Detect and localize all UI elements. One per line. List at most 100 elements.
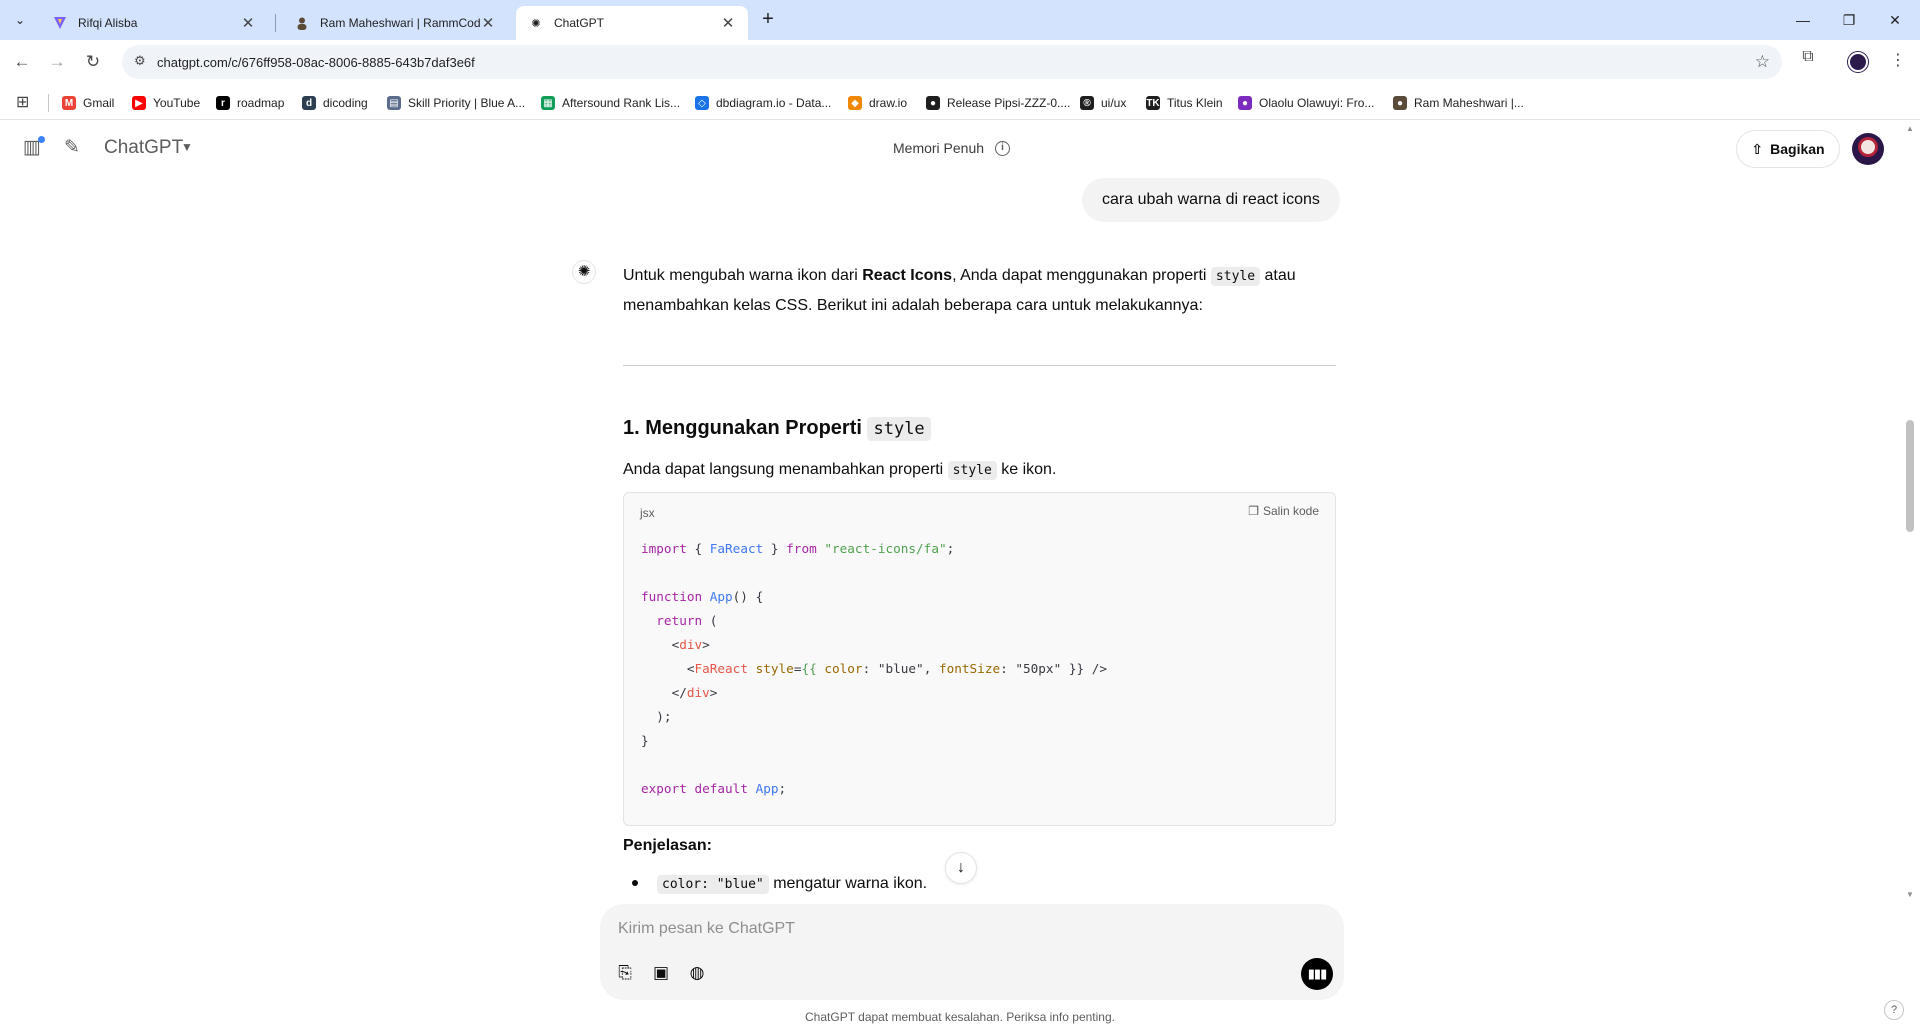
reload-icon[interactable]: ↻ bbox=[79, 48, 107, 76]
location-pin-icon: ● bbox=[1238, 96, 1252, 110]
bookmark-item[interactable]: ◆ draw.io bbox=[848, 93, 907, 113]
bookmark-label: Titus Klein bbox=[1167, 96, 1223, 110]
bookmark-item[interactable]: r roadmap bbox=[216, 93, 284, 113]
page-scrollbar[interactable] bbox=[1906, 420, 1914, 532]
tk-icon: TK bbox=[1146, 96, 1160, 110]
window-close-icon[interactable]: ✕ bbox=[1872, 0, 1918, 40]
bookmark-item[interactable]: ● Olaolu Olawuyi: Fro... bbox=[1238, 93, 1374, 113]
user-avatar[interactable] bbox=[1852, 133, 1884, 165]
section-description: Anda dapat langsung menambahkan properti… bbox=[623, 455, 1340, 485]
notification-dot bbox=[38, 136, 45, 143]
bookmark-label: Release Pipsi-ZZZ-0.... bbox=[947, 96, 1071, 110]
bookmark-item[interactable]: M Gmail bbox=[62, 93, 114, 113]
bookmark-item[interactable]: ● Ram Maheshwari |... bbox=[1393, 93, 1524, 113]
inline-code: style bbox=[1210, 267, 1261, 286]
drawio-icon: ◆ bbox=[848, 96, 862, 110]
site-info-icon[interactable]: ⚙ bbox=[134, 53, 146, 69]
bookmark-label: dbdiagram.io - Data... bbox=[716, 96, 832, 110]
tab-close-icon[interactable]: ✕ bbox=[480, 14, 496, 32]
copy-code-label: Salin kode bbox=[1262, 504, 1319, 518]
bookmark-label: ui/ux bbox=[1101, 96, 1127, 110]
section-heading: 1. Menggunakan Properti style bbox=[623, 417, 931, 441]
tools-icon[interactable]: ▣ bbox=[648, 961, 674, 987]
new-tab-plus-icon[interactable]: + bbox=[756, 8, 780, 32]
bookmark-item[interactable]: ● Release Pipsi-ZZZ-0.... bbox=[926, 93, 1070, 113]
copy-code-button[interactable]: ❐ Salin kode bbox=[1248, 504, 1319, 518]
paperclip-icon[interactable]: ⎘ bbox=[612, 961, 638, 987]
scroll-to-bottom-arrow-icon[interactable]: ↓ bbox=[945, 852, 977, 884]
bookmark-label: Olaolu Olawuyi: Fro... bbox=[1259, 96, 1375, 110]
model-selector[interactable]: ChatGPT bbox=[104, 137, 183, 159]
bookmark-item[interactable]: ▶ YouTube bbox=[132, 93, 200, 113]
desc-text: ke ikon. bbox=[996, 461, 1057, 478]
bookmark-item[interactable]: ◇ dbdiagram.io - Data... bbox=[695, 93, 831, 113]
bookmark-label: draw.io bbox=[869, 96, 908, 110]
page-icon: ▤ bbox=[387, 96, 401, 110]
chevron-down-icon[interactable]: ▼ bbox=[181, 140, 193, 154]
scroll-down-arrow-icon[interactable]: ▼ bbox=[1906, 890, 1914, 899]
memory-status: Memori Penuh bbox=[893, 140, 985, 156]
bookmark-label: Gmail bbox=[83, 96, 115, 110]
scroll-up-arrow-icon[interactable]: ▲ bbox=[1906, 124, 1914, 133]
bookmark-item[interactable]: ® ui/ux bbox=[1080, 93, 1126, 113]
apps-grid-icon[interactable]: ⊞ bbox=[16, 92, 29, 112]
share-button[interactable]: ⇧ Bagikan bbox=[1736, 130, 1840, 168]
bookmark-item[interactable]: ▦ Aftersound Rank Lis... bbox=[541, 93, 680, 113]
tab-search-chevron-icon[interactable]: ⌄ bbox=[8, 8, 32, 32]
intro-text: menambahkan kelas CSS. Berikut ini adala… bbox=[623, 297, 1203, 314]
bookmark-label: Skill Priority | Blue A... bbox=[408, 96, 526, 110]
tab-title: ChatGPT bbox=[554, 16, 605, 30]
tab-close-icon[interactable]: ✕ bbox=[240, 14, 256, 32]
info-icon[interactable]: i bbox=[995, 141, 1010, 156]
back-arrow-icon[interactable]: ← bbox=[8, 48, 36, 76]
browser-tab-bar: ⌄ Rifqi Alisba ✕ Ram Maheshwari | RammCo… bbox=[0, 0, 1920, 40]
list-item: color: "blue" mengatur warna ikon. bbox=[657, 871, 927, 898]
bookmark-item[interactable]: TK Titus Klein bbox=[1146, 93, 1223, 113]
tab-title: Rifqi Alisba bbox=[78, 16, 138, 30]
intro-text: , Anda dapat menggunakan properti bbox=[952, 267, 1211, 284]
inline-code: style bbox=[867, 417, 931, 441]
help-icon[interactable]: ? bbox=[1884, 1000, 1904, 1020]
inline-code: color: "blue" bbox=[657, 875, 769, 894]
chatgpt-favicon-icon: ✺ bbox=[531, 17, 541, 30]
message-input[interactable]: Kirim pesan ke ChatGPT bbox=[618, 920, 795, 938]
address-url[interactable]: chatgpt.com/c/676ff958-08ac-8006-8885-64… bbox=[157, 55, 475, 70]
code-block: jsx ❐ Salin kode import { FaReact } from… bbox=[623, 492, 1336, 826]
bookmark-label: YouTube bbox=[153, 96, 201, 110]
intro-text: atau bbox=[1260, 267, 1296, 284]
bookmark-label: Aftersound Rank Lis... bbox=[562, 96, 681, 110]
restore-icon[interactable]: ❐ bbox=[1826, 0, 1872, 40]
forward-arrow-icon[interactable]: → bbox=[43, 48, 71, 76]
bookmark-item[interactable]: ▤ Skill Priority | Blue A... bbox=[387, 93, 525, 113]
github-icon: ● bbox=[926, 96, 940, 110]
bookmarks-bar: ⊞ M Gmail ▶ YouTube r roadmap d dicoding ▤ Skill … bbox=[0, 84, 1920, 120]
bookmark-star-icon[interactable]: ☆ bbox=[1755, 52, 1770, 72]
profile-favicon-icon bbox=[294, 15, 310, 31]
minimize-icon[interactable]: — bbox=[1780, 0, 1826, 40]
desc-text: Anda dapat langsung menambahkan properti bbox=[623, 461, 948, 478]
globe-icon[interactable]: ◍ bbox=[684, 961, 710, 987]
dicoding-icon: d bbox=[302, 96, 316, 110]
tab-rifqi-alisba[interactable]: Rifqi Alisba ✕ bbox=[40, 6, 268, 40]
new-chat-icon[interactable]: ✎ bbox=[60, 137, 84, 161]
bookmark-label: dicoding bbox=[323, 96, 368, 110]
tab-ram-maheshwari[interactable]: Ram Maheshwari | RammCodes ✕ bbox=[282, 6, 508, 40]
intro-text: Untuk mengubah warna ikon dari bbox=[623, 267, 863, 284]
message-composer[interactable]: Kirim pesan ke ChatGPT ⎘ ▣ ◍ ▮▮▮ bbox=[600, 904, 1344, 1000]
inline-code: style bbox=[947, 461, 997, 480]
tab-chatgpt[interactable]: ✺ ChatGPT ✕ bbox=[516, 6, 748, 40]
address-bar[interactable]: ⚙ chatgpt.com/c/676ff958-08ac-8006-8885-… bbox=[122, 45, 1782, 79]
browser-menu-icon[interactable]: ⋮ bbox=[1890, 50, 1906, 70]
extensions-puzzle-icon[interactable]: ⧉ bbox=[1796, 48, 1820, 72]
voice-mode-icon[interactable]: ▮▮▮ bbox=[1301, 958, 1333, 990]
code-language-label: jsx bbox=[640, 506, 655, 520]
vite-favicon-icon bbox=[52, 15, 68, 31]
upload-icon: ⇧ bbox=[1751, 140, 1764, 157]
chatgpt-logo-icon: ✺ bbox=[572, 260, 596, 284]
tab-close-icon[interactable]: ✕ bbox=[720, 14, 736, 32]
browser-profile-avatar[interactable] bbox=[1848, 52, 1868, 72]
bookmark-item[interactable]: d dicoding bbox=[302, 93, 368, 113]
sheets-icon: ▦ bbox=[541, 96, 555, 110]
person-icon: ● bbox=[1393, 96, 1407, 110]
copy-icon: ❐ bbox=[1248, 504, 1259, 518]
